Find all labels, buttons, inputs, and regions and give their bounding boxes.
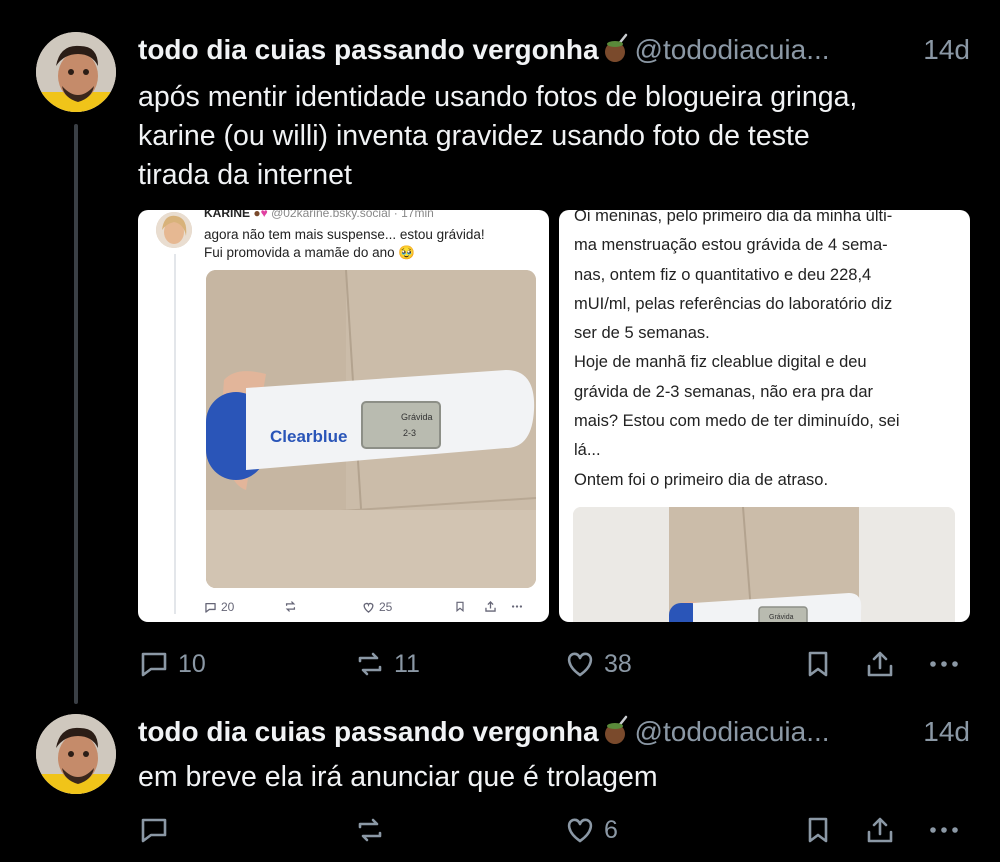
- embed-like: 25: [362, 600, 392, 614]
- embed-text: agora não tem mais suspense... estou grá…: [204, 226, 534, 262]
- bookmark-icon: [808, 651, 828, 677]
- test-brand: Clearblue: [270, 427, 347, 446]
- reply-icon: [141, 818, 167, 843]
- share-button[interactable]: [864, 810, 896, 850]
- embed-handle: @02karine.bsky.social: [271, 210, 391, 220]
- repost-count: 11: [394, 649, 420, 678]
- heart-icon: [567, 652, 593, 677]
- embed-right-line: nas, ontem fiz o quantitativo e deu 228,…: [574, 265, 872, 284]
- pregnancy-test-photo: Grávida 2-3 Clearblue: [206, 270, 536, 588]
- post-text-line: após mentir identidade usando fotos de b…: [138, 81, 858, 113]
- post-text-line: em breve ela irá anunciar que é trolagem: [138, 761, 658, 793]
- mate-gourd-icon: [603, 715, 629, 756]
- more-icon: [511, 605, 523, 608]
- author-handle[interactable]: @tododiacuia...: [635, 716, 830, 747]
- share-icon: [485, 601, 496, 612]
- share-icon: [867, 651, 893, 677]
- embed-reply-count: 20: [221, 600, 235, 614]
- repost-icon: [358, 818, 382, 842]
- embed-right-line: lá...: [574, 441, 601, 460]
- avatar-image: [36, 32, 116, 112]
- embed-time: 17min: [401, 210, 434, 220]
- post-text: após mentir identidade usando fotos de b…: [138, 78, 978, 195]
- avatar[interactable]: [36, 32, 116, 112]
- repost-button[interactable]: 11: [354, 644, 420, 684]
- post-text-line: karine (ou willi) inventa gravidez usand…: [138, 120, 810, 152]
- more-icon: [930, 661, 958, 667]
- embedded-image-2[interactable]: Oi meninas, pelo primeiro dia da minha ú…: [559, 210, 970, 622]
- mate-gourd-icon: [603, 33, 629, 74]
- post-2[interactable]: todo dia cuias passando vergonha @tododia…: [0, 700, 1000, 862]
- share-icon: [867, 817, 893, 843]
- more-icon: [930, 827, 958, 833]
- avatar-image: [36, 714, 116, 794]
- heart-icon: [567, 818, 593, 843]
- embed-right-line: ser de 5 semanas.: [574, 324, 710, 343]
- embed-reply: 20: [204, 600, 234, 614]
- bookmark-button[interactable]: [802, 810, 834, 850]
- reply-button[interactable]: [138, 810, 170, 850]
- embed-right-text: Oi meninas, pelo primeiro dia da minha ú…: [574, 210, 964, 495]
- pregnancy-test-photo-2: Grávida: [573, 507, 955, 622]
- embed-right-line: Oi meninas, pelo primeiro dia da minha ú…: [574, 210, 893, 225]
- like-button[interactable]: 6: [564, 810, 618, 850]
- avatar[interactable]: [36, 714, 116, 794]
- repost-button[interactable]: [354, 810, 386, 850]
- reply-button[interactable]: 10: [138, 644, 206, 684]
- bookmark-icon: [456, 601, 464, 612]
- heart-icon: [363, 602, 374, 613]
- like-button[interactable]: 38: [564, 644, 632, 684]
- embed-right-line: mais? Estou com medo de ter diminuído, s…: [574, 412, 900, 431]
- post-text-line: tirada da internet: [138, 159, 352, 191]
- embed-right-line: Ontem foi o primeiro dia de atraso.: [574, 470, 829, 489]
- embed-header: KARINE ●♥ @02karine.bsky.social · 17min: [204, 210, 434, 220]
- embed-right-line: mUI/ml, pelas referências do laboratório…: [574, 294, 893, 313]
- embed-text-line: agora não tem mais suspense... estou grá…: [204, 227, 485, 242]
- reply-count: 10: [178, 649, 206, 678]
- embed-repost: [284, 600, 297, 613]
- embed-right-line: Hoje de manhã fiz cleablue digital e deu: [574, 353, 867, 372]
- like-count: 38: [604, 649, 632, 678]
- test-result-label: Grávida: [401, 412, 433, 422]
- reply-icon: [205, 602, 216, 613]
- embed-bookmark: [454, 600, 466, 613]
- author-name[interactable]: todo dia cuias passando vergonha: [138, 716, 599, 747]
- post-time[interactable]: 14d: [923, 30, 970, 70]
- embed-text-line: Fui promovida a mamãe do ano 🥹: [204, 245, 416, 260]
- like-count: 6: [604, 815, 618, 844]
- embed-share: [484, 600, 497, 613]
- bookmark-icon: [808, 817, 828, 843]
- post-1[interactable]: todo dia cuias passando vergonha @tododia…: [0, 0, 1000, 704]
- embed-more: [510, 600, 524, 613]
- embed-right-line: ma menstruação estou grávida de 4 sema-: [574, 236, 888, 255]
- post-actions: 10 11 38: [138, 644, 970, 684]
- more-button[interactable]: [926, 810, 962, 850]
- post-actions: 6: [138, 810, 970, 850]
- post-header: todo dia cuias passando vergonha @tododia…: [138, 30, 978, 70]
- more-button[interactable]: [926, 644, 962, 684]
- embed-right-line: grávida de 2-3 semanas, não era pra dar: [574, 382, 874, 401]
- embed-avatar: [156, 212, 192, 248]
- embedded-image-1[interactable]: KARINE ●♥ @02karine.bsky.social · 17min …: [138, 210, 549, 622]
- embed-like-count: 25: [379, 600, 393, 614]
- share-button[interactable]: [864, 644, 896, 684]
- author-name[interactable]: todo dia cuias passando vergonha: [138, 34, 599, 65]
- embed-author: KARINE: [204, 210, 251, 220]
- test-result-label-2: Grávida: [769, 614, 794, 621]
- test-result-weeks: 2-3: [403, 428, 416, 438]
- post-text: em breve ela irá anunciar que é trolagem: [138, 758, 978, 797]
- repost-icon: [285, 601, 296, 612]
- post-time[interactable]: 14d: [923, 712, 970, 752]
- embed-thread-line: [174, 254, 176, 614]
- repost-icon: [358, 652, 382, 676]
- thread-line: [74, 124, 78, 704]
- post-header: todo dia cuias passando vergonha @tododia…: [138, 712, 978, 752]
- author-handle[interactable]: @tododiacuia...: [635, 34, 830, 65]
- embed-actions: 20 25: [204, 600, 534, 618]
- bookmark-button[interactable]: [802, 644, 834, 684]
- reply-icon: [141, 652, 167, 677]
